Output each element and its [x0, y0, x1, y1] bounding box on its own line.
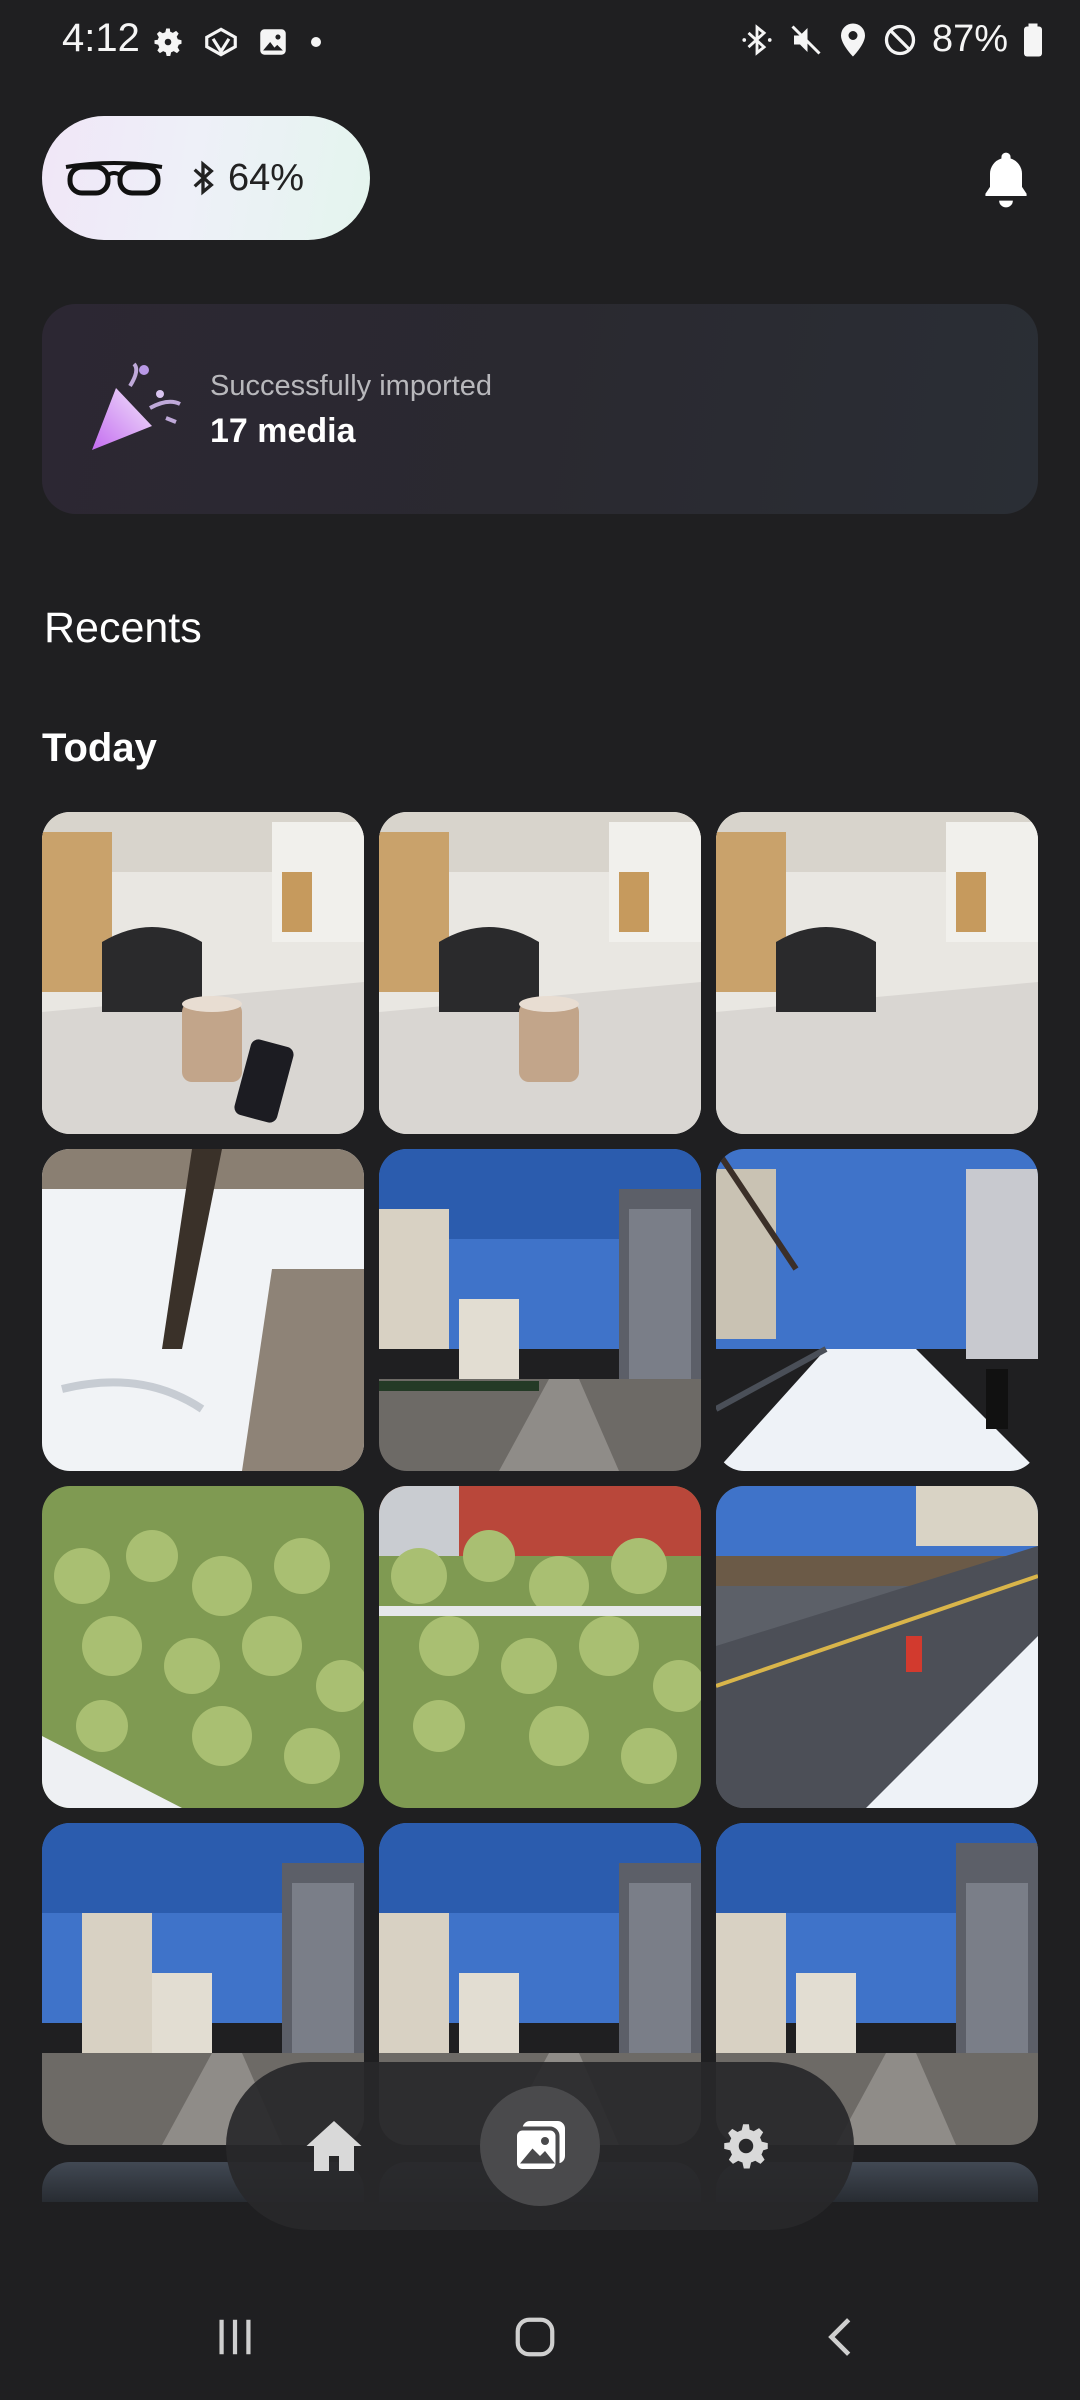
- photo-image: [716, 812, 1038, 1134]
- status-time: 4:12: [62, 16, 140, 60]
- dot-icon: [306, 32, 326, 52]
- photo-thumbnail[interactable]: [379, 812, 701, 1134]
- back-icon[interactable]: [818, 2314, 864, 2360]
- mute-icon: [788, 22, 824, 58]
- battery-percent: 87%: [931, 18, 1008, 60]
- photo-image: [379, 1149, 701, 1471]
- photo-grid: [42, 812, 1038, 2145]
- photo-image: [716, 1149, 1038, 1471]
- tab-settings[interactable]: [686, 2086, 806, 2206]
- settings-icon: [150, 24, 186, 60]
- photo-image: [716, 1486, 1038, 1808]
- photo-thumbnail[interactable]: [42, 812, 364, 1134]
- system-nav-bar: [0, 2274, 1080, 2400]
- status-left-icons: [150, 24, 326, 60]
- recents-title: Recents: [44, 604, 202, 652]
- photo-image: [42, 1149, 364, 1471]
- device-bluetooth-icon: [190, 160, 216, 196]
- tab-gallery[interactable]: [480, 2086, 600, 2206]
- photo-thumbnail[interactable]: [379, 1486, 701, 1808]
- gear-icon: [717, 2117, 775, 2175]
- dnd-icon: [882, 22, 918, 58]
- notifications-bell-icon[interactable]: [978, 148, 1034, 212]
- party-popper-icon: [86, 360, 186, 456]
- status-right: 87%: [740, 18, 1044, 61]
- tab-home[interactable]: [274, 2086, 394, 2206]
- photo-thumbnail[interactable]: [42, 1486, 364, 1808]
- screen: 4:12 87% 64% Successfully imported 17 me…: [0, 0, 1080, 2400]
- home-nav-icon[interactable]: [512, 2314, 558, 2360]
- bottom-tab-bar: [226, 2062, 854, 2230]
- device-status-pill[interactable]: 64%: [42, 116, 370, 240]
- gallery-icon: [256, 25, 290, 59]
- photo-image: [42, 812, 364, 1134]
- banner-count: 17 media: [210, 412, 356, 450]
- meta-icon: [202, 24, 240, 60]
- photo-thumbnail[interactable]: [42, 1149, 364, 1471]
- photo-thumbnail[interactable]: [716, 1149, 1038, 1471]
- glasses-icon: [62, 153, 166, 203]
- status-bar: 4:12 87%: [0, 0, 1080, 88]
- day-title: Today: [42, 726, 157, 770]
- photo-image: [379, 1486, 701, 1808]
- gallery-tab-icon: [510, 2116, 570, 2176]
- photo-image: [42, 1486, 364, 1808]
- import-banner[interactable]: Successfully imported 17 media: [42, 304, 1038, 514]
- device-battery: 64%: [228, 156, 305, 199]
- bluetooth-icon: [740, 22, 774, 58]
- home-icon: [304, 2118, 364, 2174]
- banner-title: Successfully imported: [210, 370, 493, 402]
- photo-thumbnail[interactable]: [379, 1149, 701, 1471]
- photo-image: [379, 812, 701, 1134]
- battery-icon: [1022, 22, 1044, 58]
- photo-thumbnail[interactable]: [716, 1486, 1038, 1808]
- photo-thumbnail[interactable]: [716, 812, 1038, 1134]
- location-icon: [838, 22, 868, 58]
- recents-icon[interactable]: [212, 2314, 258, 2360]
